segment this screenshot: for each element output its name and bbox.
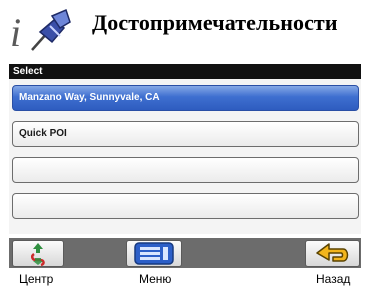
center-label: Центр	[19, 272, 54, 286]
screen-header: Select	[9, 64, 361, 79]
center-button[interactable]	[12, 240, 64, 267]
svg-text:i: i	[10, 10, 21, 55]
back-button[interactable]	[305, 240, 360, 267]
list-item[interactable]: Quick POI	[12, 121, 359, 147]
center-map-icon	[13, 241, 63, 267]
list-item-empty[interactable]	[12, 157, 359, 183]
list-item-empty[interactable]	[12, 193, 359, 219]
menu-label: Меню	[139, 272, 172, 286]
select-screen: Select Manzano Way, Sunnyvale, CA Quick …	[9, 64, 361, 234]
list-item-selected[interactable]: Manzano Way, Sunnyvale, CA	[12, 85, 359, 111]
menu-icon	[127, 241, 181, 266]
back-arrow-icon	[306, 241, 359, 266]
back-label: Назад	[316, 272, 351, 286]
info-pin-icon: i	[6, 4, 78, 56]
page-title: Достопримечательности	[92, 10, 338, 35]
menu-button[interactable]	[126, 240, 182, 267]
